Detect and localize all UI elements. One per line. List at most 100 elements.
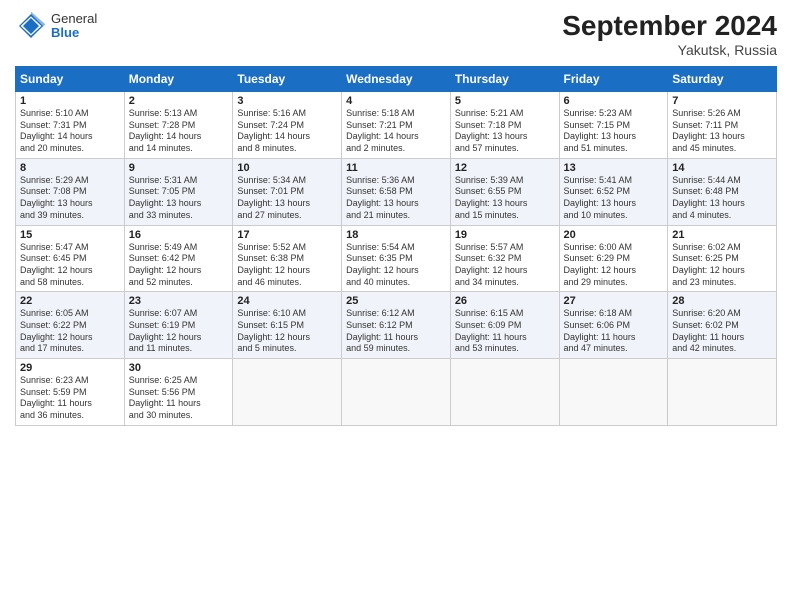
weekday-header-tuesday: Tuesday	[233, 67, 342, 92]
day-number: 14	[672, 162, 772, 174]
day-info: Sunrise: 5:54 AM Sunset: 6:35 PM Dayligh…	[346, 242, 446, 289]
day-info: Sunrise: 5:31 AM Sunset: 7:05 PM Dayligh…	[129, 175, 229, 222]
weekday-header-saturday: Saturday	[668, 67, 777, 92]
day-info: Sunrise: 6:18 AM Sunset: 6:06 PM Dayligh…	[564, 308, 664, 355]
calendar-cell: 8Sunrise: 5:29 AM Sunset: 7:08 PM Daylig…	[16, 158, 125, 225]
header: General Blue September 2024 Yakutsk, Rus…	[15, 10, 777, 58]
day-number: 13	[564, 162, 664, 174]
day-number: 23	[129, 295, 229, 307]
day-number: 11	[346, 162, 446, 174]
day-number: 3	[237, 95, 337, 107]
day-number: 25	[346, 295, 446, 307]
day-number: 5	[455, 95, 555, 107]
day-info: Sunrise: 6:12 AM Sunset: 6:12 PM Dayligh…	[346, 308, 446, 355]
calendar-cell: 16Sunrise: 5:49 AM Sunset: 6:42 PM Dayli…	[124, 225, 233, 292]
calendar-cell: 23Sunrise: 6:07 AM Sunset: 6:19 PM Dayli…	[124, 292, 233, 359]
day-info: Sunrise: 5:26 AM Sunset: 7:11 PM Dayligh…	[672, 108, 772, 155]
calendar-cell: 17Sunrise: 5:52 AM Sunset: 6:38 PM Dayli…	[233, 225, 342, 292]
calendar-cell: 6Sunrise: 5:23 AM Sunset: 7:15 PM Daylig…	[559, 92, 668, 159]
day-info: Sunrise: 5:41 AM Sunset: 6:52 PM Dayligh…	[564, 175, 664, 222]
logo-text: General Blue	[51, 12, 97, 41]
calendar-cell: 18Sunrise: 5:54 AM Sunset: 6:35 PM Dayli…	[342, 225, 451, 292]
day-info: Sunrise: 5:39 AM Sunset: 6:55 PM Dayligh…	[455, 175, 555, 222]
logo-blue-label: Blue	[51, 26, 97, 40]
day-info: Sunrise: 6:00 AM Sunset: 6:29 PM Dayligh…	[564, 242, 664, 289]
day-info: Sunrise: 5:16 AM Sunset: 7:24 PM Dayligh…	[237, 108, 337, 155]
logo-general-label: General	[51, 12, 97, 26]
logo: General Blue	[15, 10, 97, 42]
day-number: 7	[672, 95, 772, 107]
day-number: 15	[20, 229, 120, 241]
calendar-cell: 22Sunrise: 6:05 AM Sunset: 6:22 PM Dayli…	[16, 292, 125, 359]
calendar-week-row: 22Sunrise: 6:05 AM Sunset: 6:22 PM Dayli…	[16, 292, 777, 359]
calendar-week-row: 15Sunrise: 5:47 AM Sunset: 6:45 PM Dayli…	[16, 225, 777, 292]
calendar-cell: 30Sunrise: 6:25 AM Sunset: 5:56 PM Dayli…	[124, 359, 233, 426]
calendar-cell: 14Sunrise: 5:44 AM Sunset: 6:48 PM Dayli…	[668, 158, 777, 225]
calendar-week-row: 1Sunrise: 5:10 AM Sunset: 7:31 PM Daylig…	[16, 92, 777, 159]
calendar-cell: 20Sunrise: 6:00 AM Sunset: 6:29 PM Dayli…	[559, 225, 668, 292]
day-number: 30	[129, 362, 229, 374]
day-number: 26	[455, 295, 555, 307]
weekday-header-friday: Friday	[559, 67, 668, 92]
calendar-cell: 7Sunrise: 5:26 AM Sunset: 7:11 PM Daylig…	[668, 92, 777, 159]
calendar-cell: 4Sunrise: 5:18 AM Sunset: 7:21 PM Daylig…	[342, 92, 451, 159]
day-number: 27	[564, 295, 664, 307]
day-info: Sunrise: 5:49 AM Sunset: 6:42 PM Dayligh…	[129, 242, 229, 289]
calendar-cell: 1Sunrise: 5:10 AM Sunset: 7:31 PM Daylig…	[16, 92, 125, 159]
day-info: Sunrise: 5:52 AM Sunset: 6:38 PM Dayligh…	[237, 242, 337, 289]
calendar-cell: 3Sunrise: 5:16 AM Sunset: 7:24 PM Daylig…	[233, 92, 342, 159]
calendar-table: SundayMondayTuesdayWednesdayThursdayFrid…	[15, 66, 777, 426]
day-info: Sunrise: 5:57 AM Sunset: 6:32 PM Dayligh…	[455, 242, 555, 289]
day-number: 2	[129, 95, 229, 107]
calendar-cell: 11Sunrise: 5:36 AM Sunset: 6:58 PM Dayli…	[342, 158, 451, 225]
calendar-cell: 25Sunrise: 6:12 AM Sunset: 6:12 PM Dayli…	[342, 292, 451, 359]
day-info: Sunrise: 5:23 AM Sunset: 7:15 PM Dayligh…	[564, 108, 664, 155]
day-info: Sunrise: 5:34 AM Sunset: 7:01 PM Dayligh…	[237, 175, 337, 222]
calendar-cell	[559, 359, 668, 426]
day-number: 24	[237, 295, 337, 307]
calendar-location: Yakutsk, Russia	[562, 42, 777, 58]
day-number: 8	[20, 162, 120, 174]
day-info: Sunrise: 5:36 AM Sunset: 6:58 PM Dayligh…	[346, 175, 446, 222]
title-block: September 2024 Yakutsk, Russia	[562, 10, 777, 58]
day-info: Sunrise: 6:07 AM Sunset: 6:19 PM Dayligh…	[129, 308, 229, 355]
day-info: Sunrise: 6:05 AM Sunset: 6:22 PM Dayligh…	[20, 308, 120, 355]
day-number: 29	[20, 362, 120, 374]
day-number: 17	[237, 229, 337, 241]
calendar-cell: 12Sunrise: 5:39 AM Sunset: 6:55 PM Dayli…	[450, 158, 559, 225]
day-info: Sunrise: 5:47 AM Sunset: 6:45 PM Dayligh…	[20, 242, 120, 289]
day-info: Sunrise: 5:10 AM Sunset: 7:31 PM Dayligh…	[20, 108, 120, 155]
calendar-cell: 19Sunrise: 5:57 AM Sunset: 6:32 PM Dayli…	[450, 225, 559, 292]
day-info: Sunrise: 5:18 AM Sunset: 7:21 PM Dayligh…	[346, 108, 446, 155]
weekday-header-sunday: Sunday	[16, 67, 125, 92]
calendar-week-row: 29Sunrise: 6:23 AM Sunset: 5:59 PM Dayli…	[16, 359, 777, 426]
day-number: 12	[455, 162, 555, 174]
day-number: 20	[564, 229, 664, 241]
day-info: Sunrise: 5:21 AM Sunset: 7:18 PM Dayligh…	[455, 108, 555, 155]
calendar-cell: 26Sunrise: 6:15 AM Sunset: 6:09 PM Dayli…	[450, 292, 559, 359]
day-info: Sunrise: 6:20 AM Sunset: 6:02 PM Dayligh…	[672, 308, 772, 355]
calendar-week-row: 8Sunrise: 5:29 AM Sunset: 7:08 PM Daylig…	[16, 158, 777, 225]
day-number: 9	[129, 162, 229, 174]
day-number: 19	[455, 229, 555, 241]
day-number: 4	[346, 95, 446, 107]
day-number: 10	[237, 162, 337, 174]
day-info: Sunrise: 5:29 AM Sunset: 7:08 PM Dayligh…	[20, 175, 120, 222]
calendar-cell	[450, 359, 559, 426]
weekday-header-monday: Monday	[124, 67, 233, 92]
day-info: Sunrise: 5:13 AM Sunset: 7:28 PM Dayligh…	[129, 108, 229, 155]
calendar-cell: 28Sunrise: 6:20 AM Sunset: 6:02 PM Dayli…	[668, 292, 777, 359]
calendar-cell: 15Sunrise: 5:47 AM Sunset: 6:45 PM Dayli…	[16, 225, 125, 292]
weekday-header-wednesday: Wednesday	[342, 67, 451, 92]
day-info: Sunrise: 5:44 AM Sunset: 6:48 PM Dayligh…	[672, 175, 772, 222]
day-info: Sunrise: 6:25 AM Sunset: 5:56 PM Dayligh…	[129, 375, 229, 422]
calendar-cell	[233, 359, 342, 426]
calendar-cell: 9Sunrise: 5:31 AM Sunset: 7:05 PM Daylig…	[124, 158, 233, 225]
calendar-cell	[668, 359, 777, 426]
day-number: 6	[564, 95, 664, 107]
day-info: Sunrise: 6:10 AM Sunset: 6:15 PM Dayligh…	[237, 308, 337, 355]
calendar-cell: 27Sunrise: 6:18 AM Sunset: 6:06 PM Dayli…	[559, 292, 668, 359]
calendar-cell: 24Sunrise: 6:10 AM Sunset: 6:15 PM Dayli…	[233, 292, 342, 359]
logo-icon	[15, 10, 47, 42]
calendar-cell	[342, 359, 451, 426]
